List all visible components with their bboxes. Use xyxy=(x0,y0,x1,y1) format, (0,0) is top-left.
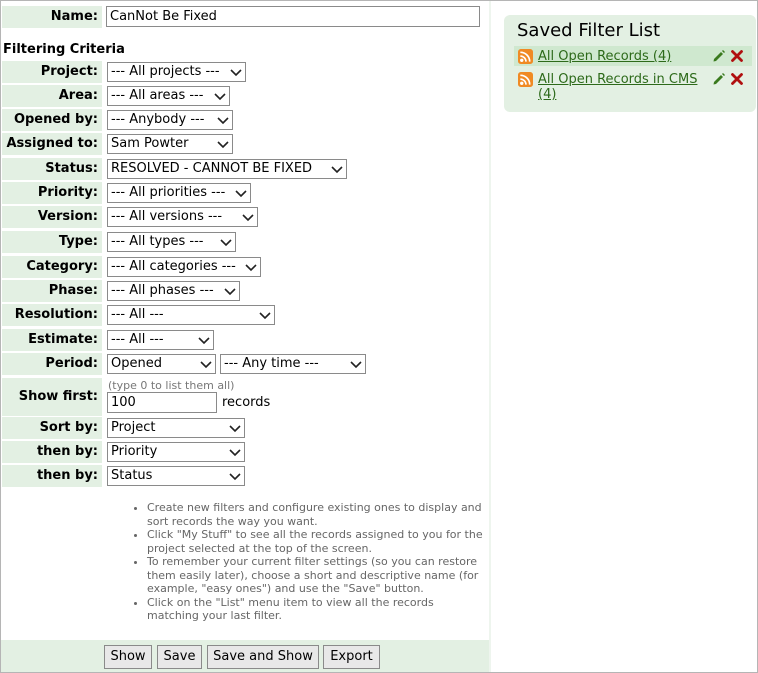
phase-select[interactable]: --- All phases --- xyxy=(107,281,240,301)
type-label: Type: xyxy=(2,231,102,253)
phase-select-value: --- All phases --- xyxy=(111,283,214,298)
save-and-show-button[interactable]: Save and Show xyxy=(207,645,319,669)
chevron-down-icon xyxy=(220,239,232,247)
project-select-value: --- All projects --- xyxy=(111,64,220,79)
resolution-select[interactable]: --- All --- xyxy=(107,305,275,325)
opened-by-select[interactable]: --- Anybody --- xyxy=(107,110,233,130)
chevron-down-icon xyxy=(200,361,212,369)
resolution-select-value: --- All --- xyxy=(111,307,164,322)
estimate-label: Estimate: xyxy=(2,329,102,351)
filtering-criteria-heading: Filtering Criteria xyxy=(3,42,125,57)
chevron-down-icon xyxy=(350,361,362,369)
then-by-label-2: then by: xyxy=(2,465,102,487)
opened-by-select-value: --- Anybody --- xyxy=(111,112,205,127)
category-select[interactable]: --- All categories --- xyxy=(107,257,261,277)
chevron-down-icon xyxy=(229,449,241,457)
priority-select-value: --- All priorities --- xyxy=(111,185,226,200)
version-select-value: --- All versions --- xyxy=(111,209,223,224)
version-select[interactable]: --- All versions --- xyxy=(107,207,258,227)
chevron-down-icon xyxy=(331,166,343,174)
period-range-select[interactable]: --- Any time --- xyxy=(220,354,366,374)
show-first-input[interactable] xyxy=(107,392,217,413)
chevron-down-icon xyxy=(229,473,241,481)
help-list: Create new filters and configure existin… xyxy=(132,501,484,623)
help-item: Create new filters and configure existin… xyxy=(147,501,484,528)
chevron-down-icon xyxy=(217,117,229,125)
chevron-down-icon xyxy=(230,69,242,77)
area-label: Area: xyxy=(2,85,102,107)
assigned-to-select[interactable]: Sam Powter xyxy=(107,134,233,154)
version-label: Version: xyxy=(2,206,102,228)
sort-by-select[interactable]: Project xyxy=(107,418,245,438)
name-label: Name: xyxy=(2,6,102,28)
status-select-value: RESOLVED - CANNOT BE FIXED xyxy=(111,161,313,176)
estimate-select[interactable]: --- All --- xyxy=(107,330,214,350)
show-first-hint: (type 0 to list them all) xyxy=(108,379,235,392)
opened-by-label: Opened by: xyxy=(2,109,102,131)
period-select[interactable]: Opened xyxy=(107,354,216,374)
status-label: Status: xyxy=(2,158,102,180)
chevron-down-icon xyxy=(229,425,241,433)
export-button[interactable]: Export xyxy=(323,645,380,669)
category-select-value: --- All categories --- xyxy=(111,259,236,274)
show-button[interactable]: Show xyxy=(104,645,152,669)
assigned-to-select-value: Sam Powter xyxy=(111,136,189,151)
delete-icon[interactable] xyxy=(730,49,744,63)
sort-by-select-value: Project xyxy=(111,420,156,435)
rss-icon[interactable] xyxy=(518,72,533,87)
chevron-down-icon xyxy=(217,141,229,149)
resolution-label: Resolution: xyxy=(2,304,102,326)
type-select-value: --- All types --- xyxy=(111,234,204,249)
period-label: Period: xyxy=(2,353,102,375)
then-by-select-1-value: Priority xyxy=(111,444,158,459)
status-select[interactable]: RESOLVED - CANNOT BE FIXED xyxy=(107,159,347,179)
saved-filter-link[interactable]: All Open Records (4) xyxy=(538,49,671,64)
chevron-down-icon xyxy=(224,288,236,296)
priority-label: Priority: xyxy=(2,182,102,204)
help-item: Click on the "List" menu item to view al… xyxy=(147,596,484,623)
saved-filter-link-count[interactable]: (4) xyxy=(538,87,556,102)
chevron-down-icon xyxy=(235,190,247,198)
filter-name-input[interactable] xyxy=(106,6,480,27)
category-label: Category: xyxy=(2,256,102,278)
chevron-down-icon xyxy=(245,264,257,272)
help-item: Click "My Stuff" to see all the records … xyxy=(147,528,484,555)
then-by-label-1: then by: xyxy=(2,441,102,463)
chevron-down-icon xyxy=(214,93,226,101)
phase-label: Phase: xyxy=(2,280,102,302)
saved-filter-title: Saved Filter List xyxy=(517,20,661,41)
then-by-select-2-value: Status xyxy=(111,468,153,483)
chevron-down-icon xyxy=(242,214,254,222)
help-item: To remember your current filter settings… xyxy=(147,555,484,596)
then-by-select-2[interactable]: Status xyxy=(107,466,245,486)
type-select[interactable]: --- All types --- xyxy=(107,232,236,252)
show-first-label: Show first: xyxy=(2,378,102,416)
rss-icon[interactable] xyxy=(518,49,533,64)
records-suffix: records xyxy=(222,395,271,410)
edit-icon[interactable] xyxy=(712,49,726,63)
area-select[interactable]: --- All areas --- xyxy=(107,86,230,106)
edit-icon[interactable] xyxy=(712,72,726,86)
save-button[interactable]: Save xyxy=(157,645,202,669)
delete-icon[interactable] xyxy=(730,72,744,86)
estimate-select-value: --- All --- xyxy=(111,332,164,347)
then-by-select-1[interactable]: Priority xyxy=(107,442,245,462)
chevron-down-icon xyxy=(198,337,210,345)
area-select-value: --- All areas --- xyxy=(111,88,204,103)
period-select-value: Opened xyxy=(111,356,162,371)
priority-select[interactable]: --- All priorities --- xyxy=(107,183,251,203)
project-label: Project: xyxy=(2,61,102,83)
chevron-down-icon xyxy=(259,312,271,320)
period-range-select-value: --- Any time --- xyxy=(224,356,319,371)
saved-filter-link[interactable]: All Open Records in CMS xyxy=(538,72,697,87)
project-select[interactable]: --- All projects --- xyxy=(107,62,246,82)
assigned-to-label: Assigned to: xyxy=(2,133,102,155)
sort-by-label: Sort by: xyxy=(2,417,102,439)
